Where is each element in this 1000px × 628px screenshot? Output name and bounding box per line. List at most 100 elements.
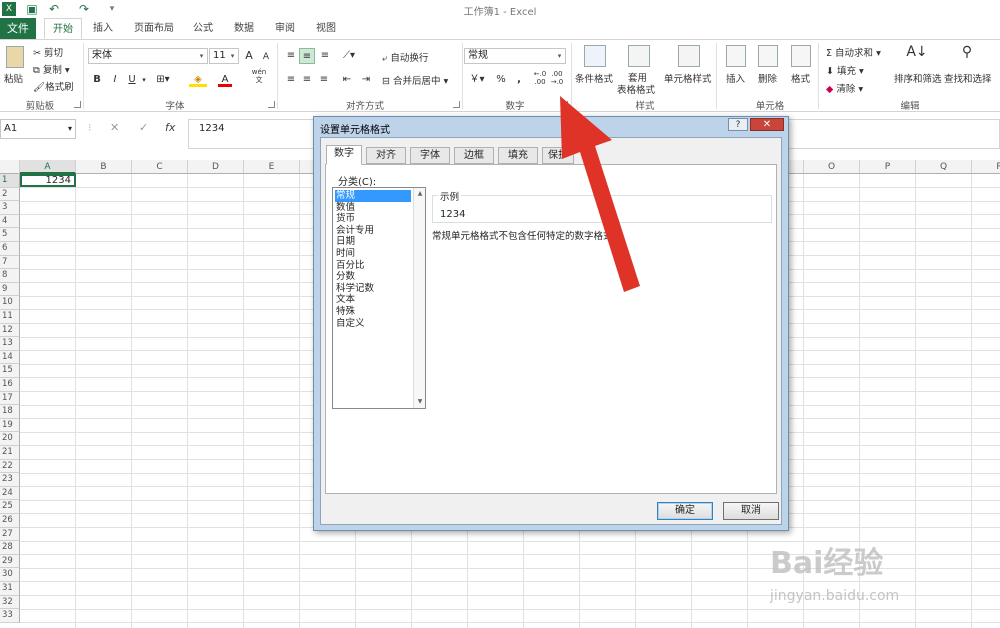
scroll-up-icon[interactable]: ▲ <box>414 188 426 200</box>
row-header[interactable]: 17 <box>0 391 20 406</box>
comma-button[interactable]: , <box>512 72 526 88</box>
column-header[interactable]: B <box>76 160 132 174</box>
tab-home[interactable]: 开始 <box>44 18 82 39</box>
phonetic-icon[interactable]: wén 文 <box>248 68 270 90</box>
row-header[interactable]: 6 <box>0 242 20 256</box>
font-name-select[interactable]: 宋体 ▾ <box>88 48 208 64</box>
row-header[interactable]: 25 <box>0 500 20 514</box>
chevron-down-icon[interactable]: ▾ <box>140 72 148 88</box>
row-header[interactable]: 22 <box>0 459 20 474</box>
increase-indent-icon[interactable]: ⇥ <box>358 72 374 88</box>
format-table-button[interactable]: 表格格式 <box>617 82 655 96</box>
wrap-text-button[interactable]: ⤶ 自动换行 <box>382 50 428 64</box>
row-header[interactable]: 4 <box>0 214 20 229</box>
category-item[interactable]: 常规 <box>335 190 411 202</box>
format-table-icon[interactable] <box>628 45 650 67</box>
fill-button[interactable]: ⬇ 填充 ▾ <box>826 63 864 77</box>
align-bottom-icon[interactable]: ≡ <box>318 48 332 64</box>
column-header[interactable]: O <box>804 160 860 174</box>
number-format-select[interactable]: 常规 ▾ <box>464 48 566 64</box>
insert-cells-button[interactable]: 插入 <box>726 71 745 85</box>
row-header[interactable]: 13 <box>0 337 20 351</box>
cancel-button[interactable]: 取消 <box>723 502 779 520</box>
tab-file[interactable]: 文件 <box>0 18 36 39</box>
paste-button[interactable]: 粘贴 <box>4 71 23 85</box>
row-header[interactable]: 23 <box>0 473 20 487</box>
format-cells-icon[interactable] <box>791 45 811 67</box>
ok-button[interactable]: 确定 <box>657 502 713 520</box>
conditional-format-icon[interactable] <box>584 45 606 67</box>
column-header[interactable]: A <box>20 160 76 174</box>
row-header[interactable]: 14 <box>0 350 20 365</box>
bold-button[interactable]: B <box>90 72 104 88</box>
category-scrollbar[interactable]: ▲ ▼ <box>413 188 425 408</box>
shrink-font-button[interactable]: A <box>259 49 273 65</box>
tab-border[interactable]: 边框 <box>454 147 494 164</box>
category-item[interactable]: 会计专用 <box>335 225 411 237</box>
row-header[interactable]: 31 <box>0 582 20 596</box>
column-header[interactable]: P <box>860 160 916 174</box>
row-header[interactable]: 21 <box>0 446 20 460</box>
row-header[interactable]: 1 <box>0 174 20 188</box>
column-header[interactable]: Q <box>916 160 972 174</box>
find-select-button[interactable]: 查找和选择 <box>944 71 992 85</box>
cut-button[interactable]: ✂ 剪切 <box>33 45 63 59</box>
decrease-indent-icon[interactable]: ⇤ <box>339 72 355 88</box>
cell-a1[interactable]: 1234 <box>20 174 76 187</box>
row-header[interactable]: 30 <box>0 568 20 582</box>
clear-button[interactable]: ◆ 清除 ▾ <box>826 81 863 95</box>
tab-number[interactable]: 数字 <box>326 145 362 165</box>
tab-font[interactable]: 字体 <box>410 147 450 164</box>
row-header[interactable]: 27 <box>0 527 20 542</box>
column-header[interactable]: D <box>188 160 244 174</box>
copy-button[interactable]: ⧉ 复制 ▾ <box>33 62 70 76</box>
row-header[interactable]: 26 <box>0 514 20 528</box>
italic-button[interactable]: I <box>108 72 122 88</box>
category-item[interactable]: 分数 <box>335 271 411 283</box>
row-header[interactable]: 3 <box>0 201 20 215</box>
column-header[interactable]: E <box>244 160 300 174</box>
name-box[interactable]: A1 ▾ <box>0 119 76 139</box>
tab-fill[interactable]: 填充 <box>498 147 538 164</box>
border-icon[interactable]: ⊞▾ <box>154 72 172 88</box>
category-item[interactable]: 科学记数 <box>335 283 411 295</box>
tab-view[interactable]: 视图 <box>311 18 341 39</box>
grow-font-button[interactable]: A <box>242 48 256 64</box>
category-item[interactable]: 数值 <box>335 202 411 214</box>
fill-color-icon[interactable]: ◈ <box>189 72 207 87</box>
row-header[interactable]: 16 <box>0 378 20 392</box>
alignment-launcher-icon[interactable] <box>453 101 460 108</box>
align-middle-icon[interactable]: ≡ <box>299 48 315 64</box>
row-header[interactable]: 11 <box>0 310 20 324</box>
delete-cells-icon[interactable] <box>758 45 778 67</box>
tab-review[interactable]: 审阅 <box>270 18 300 39</box>
cell-styles-button[interactable]: 单元格样式 <box>664 71 712 85</box>
category-item[interactable]: 文本 <box>335 294 411 306</box>
align-right-icon[interactable]: ≡ <box>317 72 331 88</box>
help-button[interactable]: ? <box>728 118 748 131</box>
row-header[interactable]: 18 <box>0 405 20 419</box>
row-header[interactable]: 29 <box>0 554 20 569</box>
category-list[interactable]: ▲ ▼ 常规 数值 货币 会计专用 日期 时间 百分比 分数 科学记数 文本 特殊 自定义 <box>332 187 426 409</box>
row-header[interactable]: 8 <box>0 269 20 283</box>
category-item[interactable]: 货币 <box>335 213 411 225</box>
orientation-icon[interactable]: ⟋▾ <box>339 48 359 64</box>
binoculars-icon[interactable]: ⚲ <box>954 44 980 70</box>
paste-icon[interactable] <box>6 46 24 68</box>
enter-formula-icon[interactable]: ✓ <box>139 121 148 134</box>
font-size-select[interactable]: 11 ▾ <box>209 48 239 64</box>
align-center-icon[interactable]: ≡ <box>300 72 314 88</box>
conditional-format-button[interactable]: 条件格式 <box>575 71 613 85</box>
autosum-button[interactable]: Σ 自动求和 ▾ <box>826 45 881 59</box>
column-header[interactable]: R <box>972 160 1000 174</box>
row-header[interactable]: 32 <box>0 595 20 610</box>
font-launcher-icon[interactable] <box>268 101 275 108</box>
clipboard-launcher-icon[interactable] <box>74 101 81 108</box>
row-header[interactable]: 2 <box>0 187 20 202</box>
row-header[interactable]: 20 <box>0 432 20 446</box>
scroll-down-icon[interactable]: ▼ <box>414 396 426 408</box>
decrease-decimal-icon[interactable]: .00 →.0 <box>550 70 564 90</box>
delete-cells-button[interactable]: 删除 <box>758 71 777 85</box>
insert-cells-icon[interactable] <box>726 45 746 67</box>
align-top-icon[interactable]: ≡ <box>284 48 298 64</box>
